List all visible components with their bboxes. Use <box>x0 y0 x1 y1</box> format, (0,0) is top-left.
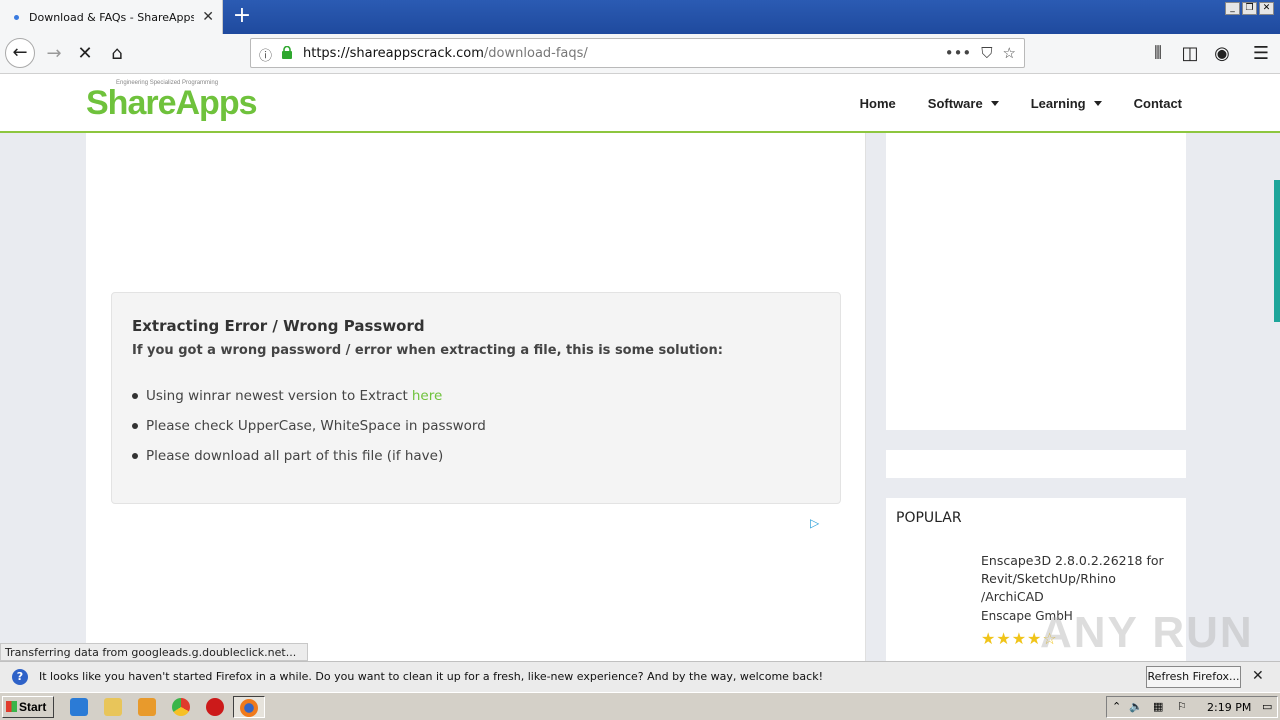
tray-expand-icon[interactable]: ⌃ <box>1112 700 1121 713</box>
site-logo[interactable]: Engineering Specialized Programming Shar… <box>86 80 257 123</box>
pocket-icon[interactable]: ⛉ <box>981 44 992 62</box>
start-button[interactable]: Start <box>2 696 54 718</box>
url-text: https://shareappscrack.com/download-faqs… <box>303 46 588 61</box>
clock[interactable]: 2:19 PM <box>1207 701 1251 714</box>
show-desktop-icon[interactable]: ▭ <box>1262 700 1272 713</box>
site-header: Engineering Specialized Programming Shar… <box>0 74 1280 133</box>
tab-title: Download & FAQs - ShareAppsCra <box>29 10 194 24</box>
list-item: Please download all part of this file (i… <box>132 441 486 471</box>
firefox-icon <box>240 699 258 717</box>
bullet-icon <box>132 453 138 459</box>
faq-lead: If you got a wrong password / error when… <box>132 343 723 358</box>
ie-icon[interactable] <box>70 698 88 716</box>
library-icon[interactable]: ⫴ <box>1144 40 1172 68</box>
lock-icon <box>282 46 292 59</box>
refresh-firefox-button[interactable]: Refresh Firefox... <box>1146 666 1241 688</box>
faq-box: Extracting Error / Wrong Password If you… <box>111 292 841 504</box>
main-menu: Home Software Learning Contact <box>828 96 1182 111</box>
menu-home[interactable]: Home <box>860 96 896 111</box>
faq-heading: Extracting Error / Wrong Password <box>132 317 425 335</box>
notification-message: It looks like you haven't started Firefo… <box>39 670 823 683</box>
close-window-button[interactable]: ✕ <box>1259 2 1274 15</box>
stop-button[interactable]: ✕ <box>71 40 99 68</box>
notification-bar: ? It looks like you haven't started Fire… <box>0 661 1280 692</box>
new-tab-button[interactable]: + <box>230 4 254 28</box>
question-icon: ? <box>12 669 28 685</box>
tab-strip: Download & FAQs - ShareAppsCra ✕ + _ ❐ ✕ <box>0 0 1280 34</box>
restore-button[interactable]: ❐ <box>1242 2 1257 15</box>
tab-active[interactable]: Download & FAQs - ShareAppsCra ✕ <box>0 0 223 34</box>
action-center-flag-icon[interactable]: ⚐ <box>1177 700 1187 713</box>
info-icon[interactable]: ⓘ <box>259 45 272 64</box>
watermark: ANY RUN <box>1040 608 1254 657</box>
faq-list: Using winrar newest version to Extract he… <box>132 381 486 471</box>
system-tray: ⌃ 🔈 ▦ ⚐ 2:19 PM ▭ <box>1106 696 1278 718</box>
popular-post-title[interactable]: Enscape3D 2.8.0.2.26218 for Revit/Sketch… <box>981 552 1171 606</box>
media-player-icon[interactable] <box>138 698 156 716</box>
chrome-icon[interactable] <box>172 698 190 716</box>
forward-button[interactable]: → <box>40 40 68 68</box>
adchoices-icon[interactable]: ▷ <box>810 516 819 530</box>
hamburger-menu-icon[interactable]: ☰ <box>1247 40 1275 68</box>
taskbar: Start ⌃ 🔈 ▦ ⚐ 2:19 PM ▭ <box>0 692 1280 720</box>
menu-learning[interactable]: Learning <box>1031 96 1102 111</box>
account-icon[interactable]: ◉ <box>1208 40 1236 68</box>
main-content: Extracting Error / Wrong Password If you… <box>86 133 866 663</box>
close-icon[interactable]: ✕ <box>1252 668 1264 684</box>
tab-close-icon[interactable]: ✕ <box>202 9 214 25</box>
chevron-down-icon <box>990 101 999 106</box>
sidebar-ad-slot <box>886 133 1186 430</box>
back-button[interactable]: ← <box>5 38 35 68</box>
minimize-button[interactable]: _ <box>1225 2 1240 15</box>
loading-indicator-icon <box>14 14 19 20</box>
list-item: Please check UpperCase, WhiteSpace in pa… <box>132 411 486 441</box>
bookmark-star-icon[interactable]: ☆ <box>1003 44 1016 62</box>
sidebar-icon[interactable]: ◫ <box>1176 40 1204 68</box>
window-controls: _ ❐ ✕ <box>1225 2 1274 15</box>
chevron-down-icon <box>1093 101 1102 106</box>
list-item: Using winrar newest version to Extract he… <box>132 381 486 411</box>
folder-icon[interactable] <box>104 698 122 716</box>
logo-tagline: Engineering Specialized Programming <box>116 80 219 86</box>
bullet-icon <box>132 423 138 429</box>
url-bar[interactable]: ⓘ https://shareappscrack.com/download-fa… <box>250 38 1025 68</box>
page-actions-icon[interactable]: ••• <box>945 44 972 62</box>
network-icon[interactable]: ▦ <box>1153 700 1163 713</box>
home-button[interactable]: ⌂ <box>103 40 131 68</box>
firefox-taskbar-button[interactable] <box>233 696 265 718</box>
volume-icon[interactable]: 🔈 <box>1129 700 1143 713</box>
menu-contact[interactable]: Contact <box>1134 96 1182 111</box>
popular-heading: POPULAR <box>896 510 962 526</box>
bullet-icon <box>132 393 138 399</box>
winrar-link[interactable]: here <box>412 388 442 404</box>
page-scrollbar[interactable] <box>1274 180 1280 322</box>
menu-software[interactable]: Software <box>928 96 999 111</box>
navigation-toolbar: ← → ✕ ⌂ ⓘ https://shareappscrack.com/dow… <box>0 34 1280 74</box>
status-tooltip: Transferring data from googleads.g.doubl… <box>0 643 308 661</box>
sidebar-widget <box>886 450 1186 478</box>
windows-logo-icon <box>6 701 17 712</box>
opera-icon[interactable] <box>206 698 224 716</box>
